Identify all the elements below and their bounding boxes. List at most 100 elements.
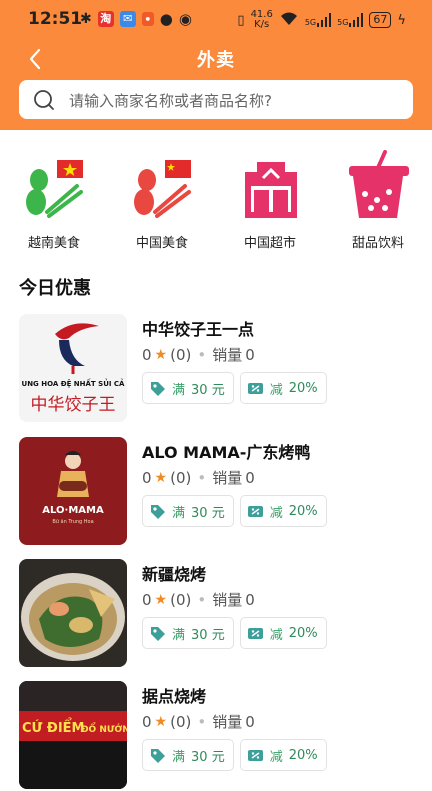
store-image [19,559,127,667]
sales-label: 销量 [212,591,243,609]
tag-amount: 30 元 [191,627,225,643]
store-card[interactable]: ALO·MAMA Bữ ăn Trung Hoa ALO MAMA-广东烤鸭 0… [19,437,419,547]
store-card[interactable]: 新疆烧烤 0 ★ (0) • 销量 0 满 30 元 减 20% [19,559,419,669]
star-icon: ★ [154,713,168,730]
category-supermarket[interactable]: 中国超市 [216,150,324,251]
signal-1-icon: 5G [304,13,332,27]
tag-amount: 20% [288,503,318,519]
thumb-text-bottom: 中华饺子王 [31,395,116,415]
rating: 0 [142,590,152,609]
dessert-drink-icon [349,150,409,218]
category-row: 越南美食 中国美食 中国超市 甜品饮料 [0,150,432,260]
promo-tags: 满 30 元 减 20% [142,495,327,527]
store-meta: 0 ★ (0) • 销量 0 [142,589,255,610]
category-label: 甜品饮料 [351,236,404,251]
sales-count: 0 [245,345,255,364]
tag-amount: 30 元 [191,382,225,398]
tag-amount: 20% [288,747,318,763]
review-count: (0) [170,712,192,731]
category-label: 中国超市 [243,236,296,251]
rating: 0 [142,345,152,364]
thumb-text-bottom: Bữ ăn Trung Hoa [52,519,93,525]
category-dessert-drink[interactable]: 甜品饮料 [324,150,432,251]
promo-tags: 满 30 元 减 20% [142,372,327,404]
rating: 0 [142,468,152,487]
store-image: UNG HOA ĐỆ NHẤT SỦI CẢ 中华饺子王 [19,314,127,422]
category-label: 越南美食 [27,236,80,251]
charging-icon: ϟ [397,12,406,28]
system-icons: ▯ 41.6 K/s 5G 5G 67 ϟ [237,10,406,30]
tag-amount: 30 元 [191,749,225,765]
network-type-1: 5G [304,18,317,27]
speed-unit: K/s [254,19,270,30]
tag-prefix: 减 [269,627,283,643]
vibrate-icon: ▯ [237,12,245,28]
discount-icon [247,505,263,517]
store-card[interactable]: UNG HOA ĐỆ NHẤT SỦI CẢ 中华饺子王 中华饺子王一点 0 ★… [19,314,419,424]
min-spend-tag: 满 30 元 [142,617,234,649]
tag-icon [151,504,165,519]
section-title: 今日优惠 [19,278,91,299]
battery-icon: 67 [369,12,392,28]
taobao-icon: 淘 [97,11,114,27]
tag-prefix: 满 [172,382,186,398]
review-count: (0) [170,345,192,364]
category-china-food[interactable]: 中国美食 [108,150,216,251]
sales-label: 销量 [212,469,243,487]
min-spend-tag: 满 30 元 [142,372,234,404]
discount-tag: 减 20% [239,372,327,404]
store-name: ALO MAMA-广东烤鸭 [142,443,311,462]
status-bar: 12:51 ✱ 淘 ✉ • ● ◉ ▯ 41.6 K/s 5G 5G 67 ϟ [0,0,432,38]
tag-prefix: 满 [172,749,186,765]
tag-prefix: 减 [269,505,283,521]
store-card[interactable]: CỨ ĐIỂM ĐỔ NƯỚNG 据点烧烤 0 ★ (0) • 销量 0 满 3… [19,681,419,791]
search-icon [34,90,54,110]
thumb-text-top: ALO·MAMA [42,505,104,516]
review-count: (0) [170,590,192,609]
tag-icon [151,626,165,641]
tag-prefix: 满 [172,505,186,521]
category-label: 中国美食 [135,236,188,251]
discount-icon [247,382,263,394]
wifi-icon [279,10,299,30]
network-speed: 41.6 K/s [251,10,273,30]
thumb-text-top: CỨ ĐIỂM [22,718,84,736]
star-icon: ★ [154,469,168,486]
promo-tags: 满 30 元 减 20% [142,739,327,771]
sales-label: 销量 [212,713,243,731]
discount-tag: 减 20% [239,739,327,771]
min-spend-tag: 满 30 元 [142,495,234,527]
tag-prefix: 减 [269,382,283,398]
discount-icon [247,749,263,761]
supermarket-icon [245,162,297,218]
network-type-2: 5G [337,18,349,27]
dumpling-logo: UNG HOA ĐỆ NHẤT SỦI CẢ 中华饺子王 [22,323,125,415]
search-input[interactable] [67,80,401,121]
store-name: 中华饺子王一点 [142,320,255,339]
separator-dot: • [197,590,207,609]
battery-level: 67 [373,13,388,26]
vietnam-food-icon [26,160,83,218]
star-icon: ★ [154,591,168,608]
review-count: (0) [170,468,192,487]
alo-mama-logo: ALO·MAMA Bữ ăn Trung Hoa [42,451,104,525]
mail-icon: ✉ [119,11,136,27]
discount-icon [247,627,263,639]
tag-prefix: 减 [269,749,283,765]
bluetooth-icon: ✱ [80,11,92,27]
sales-label: 销量 [212,346,243,364]
discount-tag: 减 20% [239,495,327,527]
separator-dot: • [197,345,207,364]
search-bar[interactable] [19,80,413,121]
store-image: CỨ ĐIỂM ĐỔ NƯỚNG [19,681,127,789]
tag-amount: 30 元 [191,505,225,521]
promo-tags: 满 30 元 减 20% [142,617,327,649]
app-notification-icon: • [141,12,154,26]
star-icon: ★ [154,346,168,363]
rating: 0 [142,712,152,731]
tag-amount: 20% [288,625,318,641]
min-spend-tag: 满 30 元 [142,739,234,771]
store-image: ALO·MAMA Bữ ăn Trung Hoa [19,437,127,545]
store-meta: 0 ★ (0) • 销量 0 [142,467,255,488]
category-vietnam-food[interactable]: 越南美食 [0,150,108,251]
